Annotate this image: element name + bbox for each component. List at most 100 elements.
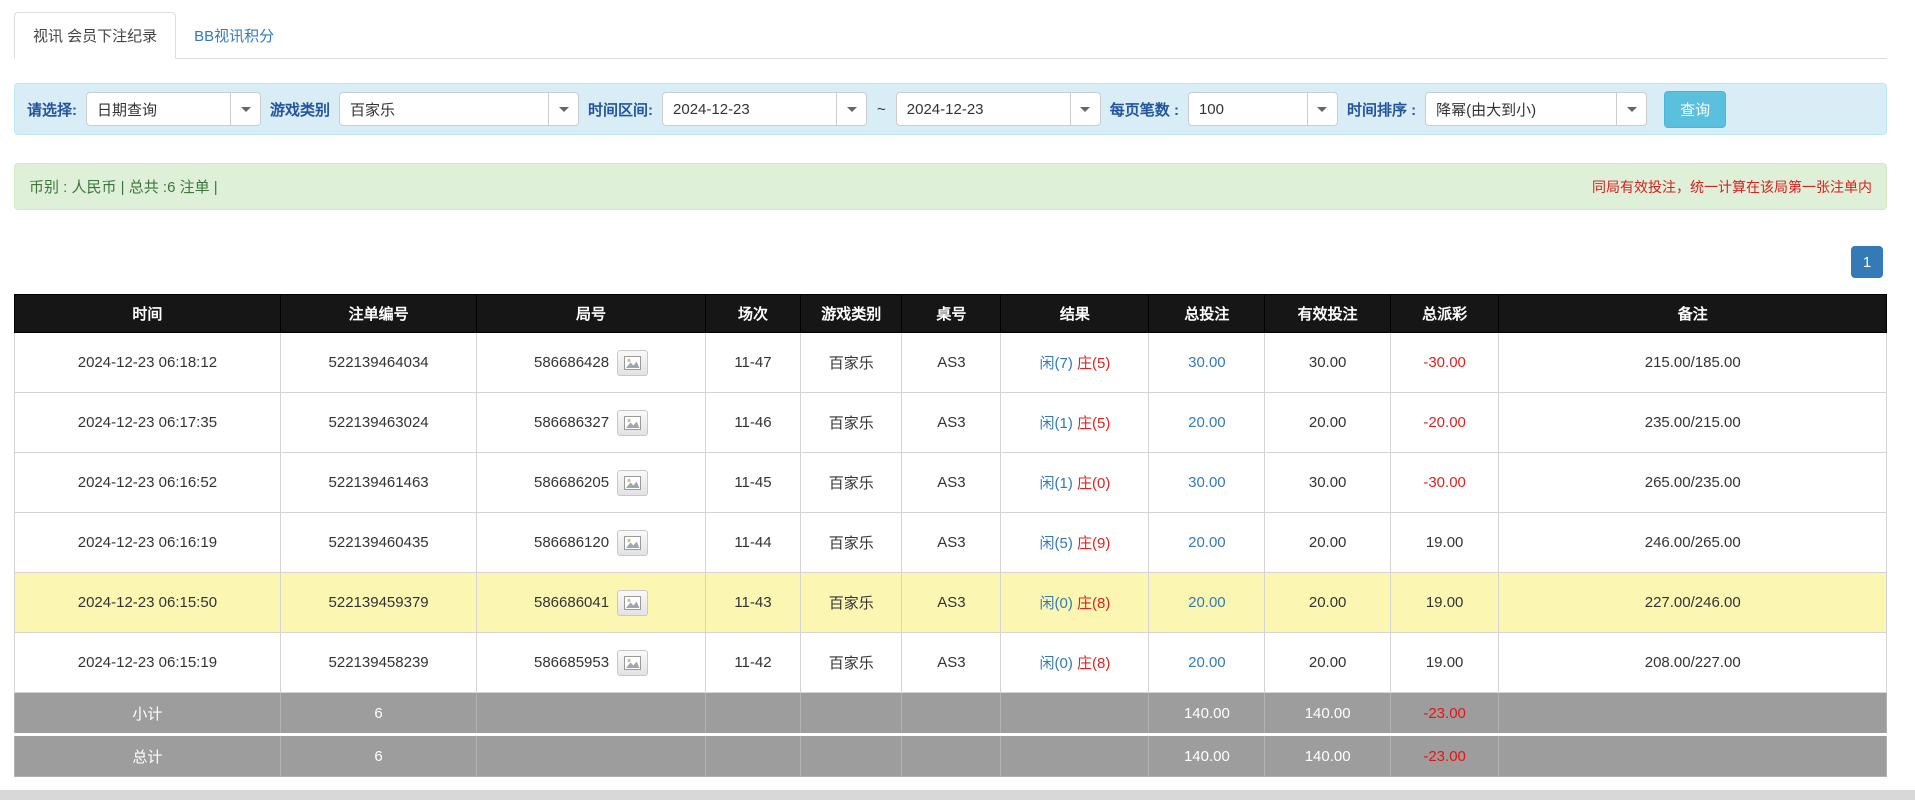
subtotal-label: 小计 bbox=[15, 693, 281, 735]
time-sort-label: 时间排序 : bbox=[1347, 99, 1416, 120]
cell-payout: -30.00 bbox=[1390, 333, 1499, 393]
cell-bet-id: 522139460435 bbox=[280, 513, 477, 573]
video-preview-icon bbox=[624, 596, 641, 610]
cell-game-type: 百家乐 bbox=[801, 393, 902, 453]
total-total-bet: 140.00 bbox=[1149, 735, 1265, 777]
empty-cell bbox=[1001, 693, 1149, 735]
game-type-label: 游戏类别 bbox=[270, 99, 330, 120]
result-player: 闲(1) bbox=[1039, 415, 1072, 432]
cell-session: 11-42 bbox=[705, 633, 800, 693]
page-size-select[interactable]: 100 bbox=[1188, 92, 1338, 126]
window-bottom-edge bbox=[0, 790, 1915, 800]
column-header: 总投注 bbox=[1149, 295, 1265, 333]
empty-cell bbox=[477, 735, 705, 777]
round-id-text: 586686205 bbox=[534, 473, 609, 490]
total-count: 6 bbox=[280, 735, 477, 777]
tab-betting-records[interactable]: 视讯 会员下注纪录 bbox=[14, 12, 176, 59]
cell-total-bet[interactable]: 30.00 bbox=[1149, 333, 1265, 393]
bet-records-table: 时间注单编号局号场次游戏类别桌号结果总投注有效投注总派彩备注 2024-12-2… bbox=[14, 294, 1887, 777]
result-banker: 庄(8) bbox=[1077, 595, 1110, 612]
game-type-select[interactable]: 百家乐 bbox=[339, 92, 579, 126]
cell-bet-id: 522139461463 bbox=[280, 453, 477, 513]
cell-total-bet[interactable]: 20.00 bbox=[1149, 573, 1265, 633]
pagination: 1 bbox=[14, 246, 1887, 278]
result-banker: 庄(0) bbox=[1077, 475, 1110, 492]
cell-table-no: AS3 bbox=[902, 513, 1001, 573]
empty-cell bbox=[705, 693, 800, 735]
cell-round-id: 586686205 bbox=[477, 453, 705, 513]
cell-result: 闲(1) 庄(0) bbox=[1001, 453, 1149, 513]
cell-valid-bet: 20.00 bbox=[1265, 573, 1390, 633]
cell-result: 闲(5) 庄(9) bbox=[1001, 513, 1149, 573]
game-type-value: 百家乐 bbox=[340, 99, 405, 120]
cell-payout: 19.00 bbox=[1390, 573, 1499, 633]
date-from-select[interactable]: 2024-12-23 bbox=[662, 92, 867, 126]
round-video-button[interactable] bbox=[617, 350, 648, 376]
result-banker: 庄(5) bbox=[1077, 415, 1110, 432]
empty-cell bbox=[705, 735, 800, 777]
cell-note: 235.00/215.00 bbox=[1499, 393, 1887, 453]
column-header: 总派彩 bbox=[1390, 295, 1499, 333]
cell-round-id: 586686428 bbox=[477, 333, 705, 393]
chevron-down-icon bbox=[1070, 93, 1100, 125]
date-to-select[interactable]: 2024-12-23 bbox=[896, 92, 1101, 126]
cell-result: 闲(0) 庄(8) bbox=[1001, 633, 1149, 693]
result-player: 闲(1) bbox=[1039, 475, 1072, 492]
chevron-down-icon bbox=[548, 93, 578, 125]
filter-bar: 请选择: 日期查询 游戏类别 百家乐 时间区间: 2024-12-23 ~ 20… bbox=[14, 83, 1887, 135]
empty-cell bbox=[801, 693, 902, 735]
cell-round-id: 586686120 bbox=[477, 513, 705, 573]
date-range-label: 时间区间: bbox=[588, 99, 653, 120]
subtotal-payout: -23.00 bbox=[1390, 693, 1499, 735]
cell-time: 2024-12-23 06:16:19 bbox=[15, 513, 281, 573]
round-id-text: 586686120 bbox=[534, 533, 609, 550]
cell-note: 265.00/235.00 bbox=[1499, 453, 1887, 513]
cell-bet-id: 522139464034 bbox=[280, 333, 477, 393]
query-type-select[interactable]: 日期查询 bbox=[86, 92, 261, 126]
round-video-button[interactable] bbox=[617, 410, 648, 436]
empty-cell bbox=[1499, 693, 1887, 735]
chevron-down-icon bbox=[230, 93, 260, 125]
round-video-button[interactable] bbox=[617, 530, 648, 556]
tab-bar: 视讯 会员下注纪录 BB视讯积分 bbox=[14, 12, 1887, 59]
empty-cell bbox=[902, 693, 1001, 735]
column-header: 注单编号 bbox=[280, 295, 477, 333]
subtotal-total-bet: 140.00 bbox=[1149, 693, 1265, 735]
video-preview-icon bbox=[624, 656, 641, 670]
query-type-label: 请选择: bbox=[27, 99, 77, 120]
cell-total-bet[interactable]: 20.00 bbox=[1149, 633, 1265, 693]
cell-total-bet[interactable]: 20.00 bbox=[1149, 513, 1265, 573]
cell-table-no: AS3 bbox=[902, 573, 1001, 633]
cell-game-type: 百家乐 bbox=[801, 453, 902, 513]
video-preview-icon bbox=[624, 416, 641, 430]
round-video-button[interactable] bbox=[617, 590, 648, 616]
query-button[interactable]: 查询 bbox=[1664, 91, 1726, 128]
round-video-button[interactable] bbox=[617, 650, 648, 676]
total-valid-bet: 140.00 bbox=[1265, 735, 1390, 777]
page: 视讯 会员下注纪录 BB视讯积分 请选择: 日期查询 游戏类别 百家乐 时间区间… bbox=[0, 0, 1915, 777]
query-type-value: 日期查询 bbox=[87, 99, 167, 120]
cell-game-type: 百家乐 bbox=[801, 573, 902, 633]
cell-total-bet[interactable]: 30.00 bbox=[1149, 453, 1265, 513]
table-body: 2024-12-23 06:18:12522139464034586686428… bbox=[15, 333, 1887, 693]
cell-total-bet[interactable]: 20.00 bbox=[1149, 393, 1265, 453]
column-header: 游戏类别 bbox=[801, 295, 902, 333]
round-id-text: 586686428 bbox=[534, 353, 609, 370]
result-banker: 庄(5) bbox=[1077, 355, 1110, 372]
time-sort-select[interactable]: 降幂(由大到小) bbox=[1425, 92, 1647, 126]
empty-cell bbox=[1499, 735, 1887, 777]
cell-table-no: AS3 bbox=[902, 453, 1001, 513]
video-preview-icon bbox=[624, 536, 641, 550]
valid-bet-notice: 同局有效投注，统一计算在该局第一张注单内 bbox=[1592, 177, 1872, 197]
result-banker: 庄(8) bbox=[1077, 655, 1110, 672]
page-1-button[interactable]: 1 bbox=[1851, 246, 1883, 278]
subtotal-valid-bet: 140.00 bbox=[1265, 693, 1390, 735]
tab-bb-video-points[interactable]: BB视讯积分 bbox=[176, 13, 292, 58]
cell-round-id: 586686041 bbox=[477, 573, 705, 633]
empty-cell bbox=[801, 735, 902, 777]
result-banker: 庄(9) bbox=[1077, 535, 1110, 552]
cell-time: 2024-12-23 06:15:50 bbox=[15, 573, 281, 633]
column-header: 时间 bbox=[15, 295, 281, 333]
cell-valid-bet: 30.00 bbox=[1265, 453, 1390, 513]
round-video-button[interactable] bbox=[617, 470, 648, 496]
